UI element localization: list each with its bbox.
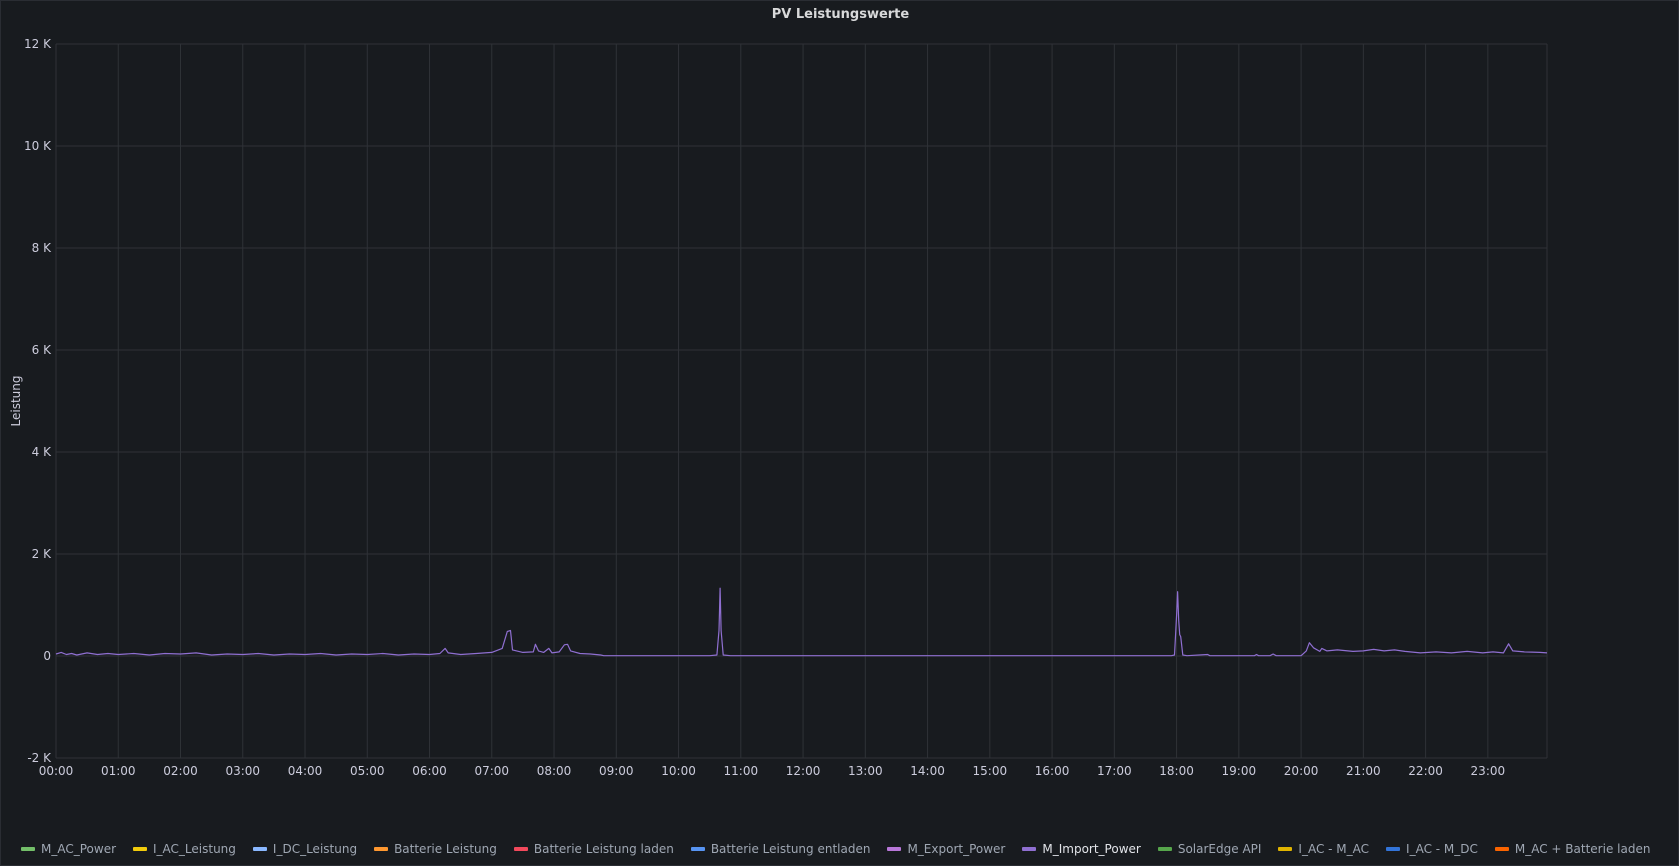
legend-label: Batterie Leistung entladen — [710, 842, 871, 856]
legend-label: SolarEdge API — [1177, 842, 1262, 856]
x-tick-label: 20:00 — [1284, 764, 1319, 778]
x-tick-label: 09:00 — [599, 764, 634, 778]
y-tick-label: 12 K — [24, 37, 52, 51]
legend-item[interactable]: M_Import_Power — [1022, 842, 1141, 856]
legend-swatch-icon — [21, 847, 35, 851]
legend-item[interactable]: Batterie Leistung entladen — [690, 842, 871, 856]
x-tick-label: 14:00 — [910, 764, 945, 778]
x-tick-label: 04:00 — [288, 764, 323, 778]
legend-swatch-icon — [887, 847, 902, 851]
x-tick-label: 03:00 — [225, 764, 260, 778]
legend-item[interactable]: SolarEdge API — [1157, 842, 1262, 856]
legend-label: M_Import_Power — [1042, 842, 1141, 856]
x-tick-label: 08:00 — [537, 764, 572, 778]
legend-swatch-icon — [374, 847, 389, 851]
legend-label: Batterie Leistung laden — [533, 842, 674, 856]
x-tick-label: 11:00 — [724, 764, 759, 778]
legend-item[interactable]: Batterie Leistung — [374, 842, 497, 856]
legend-swatch-icon — [690, 847, 705, 851]
legend-label: I_AC - M_DC — [1406, 842, 1478, 856]
legend-swatch-icon — [513, 847, 528, 851]
x-tick-label: 19:00 — [1222, 764, 1257, 778]
y-tick-label: 2 K — [32, 547, 52, 561]
x-tick-label: 22:00 — [1408, 764, 1443, 778]
x-tick-label: 17:00 — [1097, 764, 1132, 778]
legend-label: I_AC - M_AC — [1298, 842, 1370, 856]
x-tick-label: 23:00 — [1471, 764, 1506, 778]
x-tick-label: 01:00 — [101, 764, 136, 778]
y-tick-label: 0 — [43, 649, 51, 663]
line-chart[interactable]: -2 K 0 2 K 4 K 6 K 8 K 10 K 12 K 00:00 01:00 02:00… — [1, 1, 1679, 837]
x-tick-label: 02:00 — [163, 764, 198, 778]
x-tick-label: 10:00 — [661, 764, 696, 778]
legend-swatch-icon — [1278, 847, 1293, 851]
x-tick-label: 07:00 — [474, 764, 509, 778]
y-tick-label: 8 K — [32, 241, 52, 255]
legend-label: M_AC_Power — [41, 842, 117, 856]
legend-label: Batterie Leistung — [394, 842, 497, 856]
legend-item[interactable]: M_AC + Batterie laden — [1494, 842, 1651, 856]
legend-label: I_DC_Leistung — [272, 842, 358, 856]
legend-label: I_AC_Leistung — [153, 842, 236, 856]
legend-item[interactable]: M_Export_Power — [887, 842, 1005, 856]
legend-item[interactable]: I_AC - M_AC — [1278, 842, 1369, 856]
legend-swatch-icon — [1022, 847, 1037, 851]
x-tick-label: 13:00 — [848, 764, 883, 778]
x-tick-label: 05:00 — [350, 764, 385, 778]
legend-swatch-icon — [133, 847, 148, 851]
x-tick-label: 18:00 — [1159, 764, 1194, 778]
legend-label: M_AC + Batterie laden — [1514, 842, 1651, 856]
x-tick-label: 21:00 — [1346, 764, 1381, 778]
legend-swatch-icon — [1157, 847, 1172, 851]
legend-swatch-icon — [252, 847, 267, 851]
legend-item[interactable]: I_AC_Leistung — [133, 842, 236, 856]
chart-panel: PV Leistungswerte -2 K02 K4 K6 K8 K 10 K1… — [0, 0, 1679, 866]
y-tick-label: 10 K — [24, 139, 52, 153]
legend-swatch-icon — [1494, 847, 1509, 851]
x-tick-label: 06:00 — [412, 764, 447, 778]
y-axis-label: Leistung — [9, 376, 23, 427]
legend-label: M_Export_Power — [907, 842, 1006, 856]
x-tick-label: 12:00 — [786, 764, 821, 778]
x-tick-label: 00:00 — [39, 764, 74, 778]
x-tick-label: 15:00 — [973, 764, 1008, 778]
series-line-m-import-power[interactable] — [55, 587, 1548, 657]
legend-item[interactable]: I_AC - M_DC — [1386, 842, 1478, 856]
y-tick-label: 6 K — [32, 343, 52, 357]
chart-legend: M_AC_Power I_AC_Leistung I_DC_Leistung Batt… — [21, 839, 1667, 859]
legend-swatch-icon — [1386, 847, 1401, 851]
x-tick-label: 16:00 — [1035, 764, 1070, 778]
y-tick-label: -2 K — [27, 751, 52, 765]
legend-item[interactable]: I_DC_Leistung — [252, 842, 358, 856]
legend-item[interactable]: Batterie Leistung laden — [513, 842, 674, 856]
y-tick-label: 4 K — [32, 445, 52, 459]
legend-item[interactable]: M_AC_Power — [21, 842, 116, 856]
